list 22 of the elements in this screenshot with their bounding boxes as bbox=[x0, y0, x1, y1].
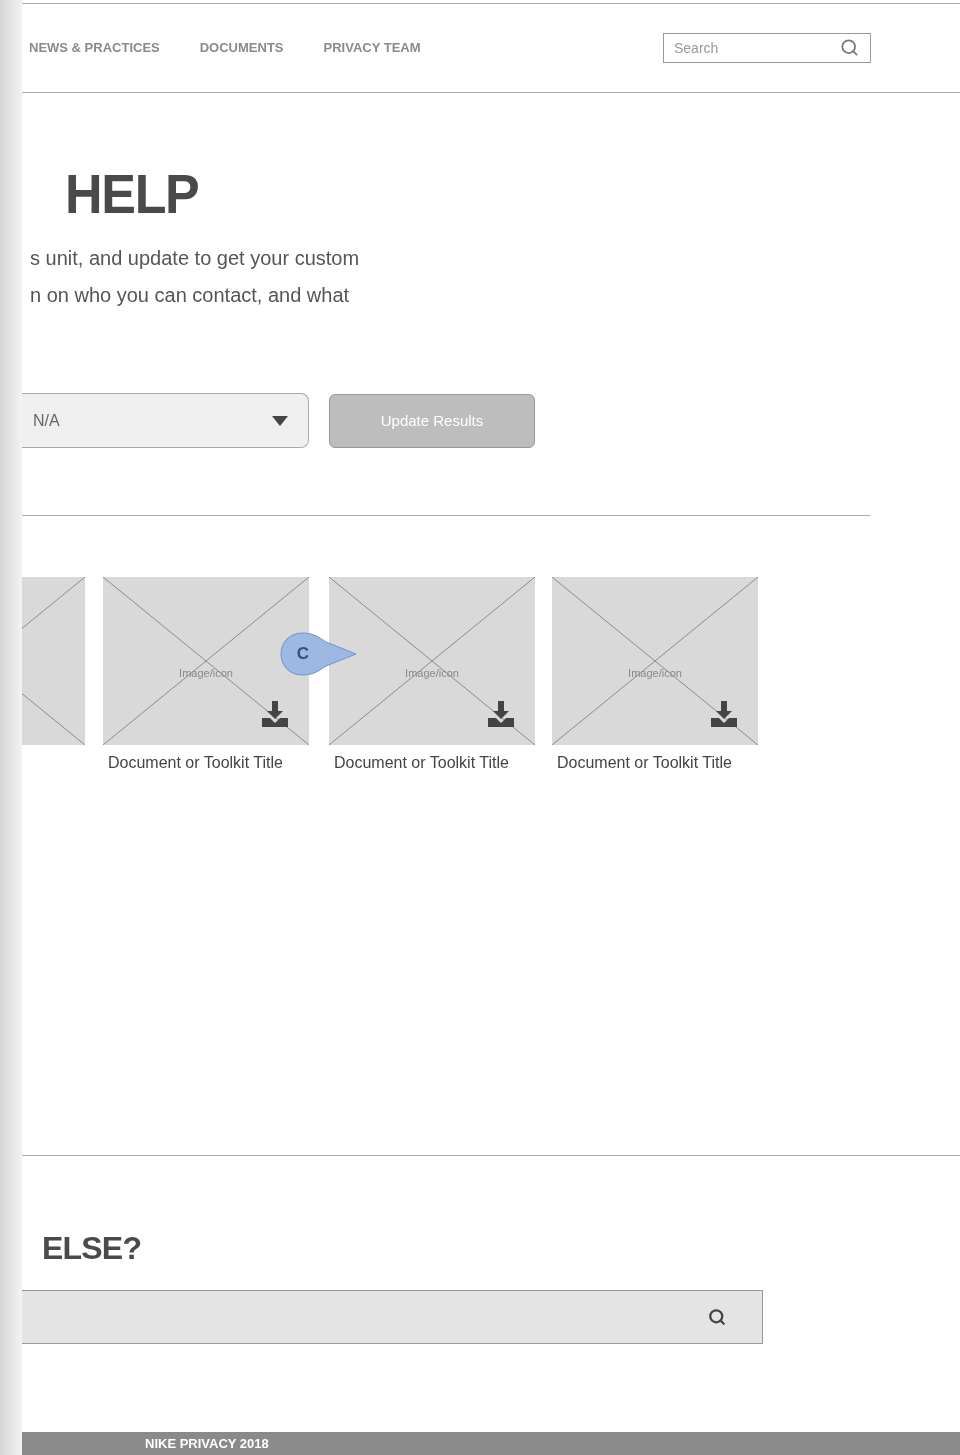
placeholder-label: Image/icon bbox=[627, 666, 683, 682]
search-icon[interactable] bbox=[708, 1308, 726, 1327]
comment-marker[interactable]: C bbox=[280, 632, 356, 676]
download-icon[interactable] bbox=[261, 700, 289, 729]
placeholder-label: Image/icon bbox=[178, 666, 234, 682]
nav-link[interactable]: DOCUMENTS bbox=[199, 38, 284, 58]
download-icon[interactable] bbox=[487, 700, 515, 729]
download-icon[interactable] bbox=[710, 700, 738, 729]
intro-paragraph: s unit, and update to get your custom n on who you can contact, and what bbox=[29, 246, 361, 309]
dropdown[interactable]: N/A bbox=[22, 393, 309, 449]
card-title[interactable]: Document or Toolkit Title bbox=[552, 753, 758, 774]
nav-link[interactable]: NEWS & PRACTICES bbox=[29, 38, 160, 58]
search-icon[interactable] bbox=[840, 38, 859, 58]
card-title[interactable]: Document or Toolkit Title bbox=[103, 753, 309, 774]
page-heading: HELP bbox=[64, 167, 200, 222]
search-field[interactable]: Search bbox=[663, 33, 871, 64]
dropdown-caret-icon[interactable] bbox=[272, 415, 288, 426]
nav-link[interactable]: PRIVACY TEAM bbox=[323, 38, 421, 58]
section-heading: ELSE? bbox=[41, 1230, 143, 1267]
card-title[interactable]: Document or Toolkit Title bbox=[329, 753, 535, 774]
placeholder-label: Image/icon bbox=[404, 666, 460, 682]
footer-text: NIKE PRIVACY 2018 bbox=[145, 1434, 269, 1453]
